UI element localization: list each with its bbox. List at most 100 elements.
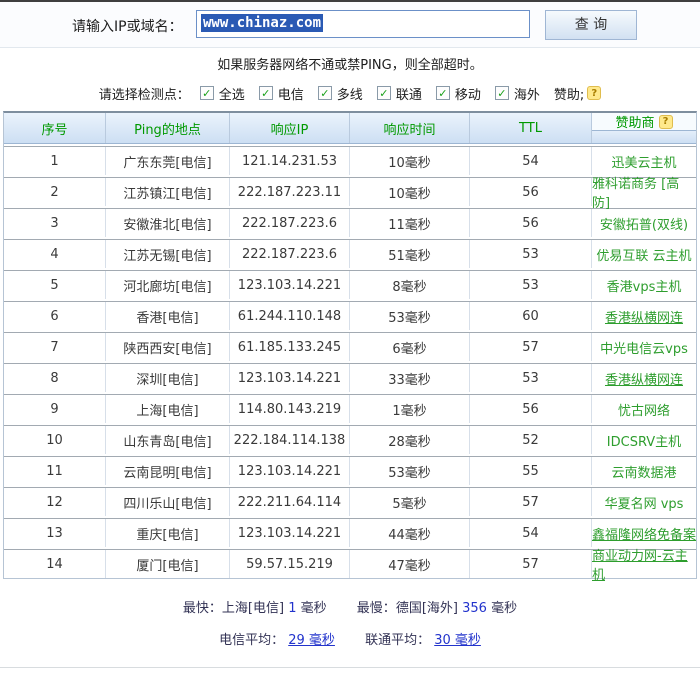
cell-index: 10 — [4, 426, 106, 454]
cell-ip: 123.103.14.221 — [230, 519, 350, 547]
search-label: 请输入IP或域名： — [72, 19, 183, 35]
checkpoint-checkbox[interactable]: ✓ 多线 — [317, 84, 363, 103]
cell-time: 10毫秒 — [350, 178, 470, 206]
sponsor-link[interactable]: 优易互联 云主机 — [596, 245, 691, 264]
table-row: 13 重庆[电信] 123.103.14.221 44毫秒 54 鑫福隆网络免备… — [4, 518, 696, 547]
unicom-avg-value[interactable]: 30 毫秒 — [434, 633, 481, 648]
table-body: 1 广东东莞[电信] 121.14.231.53 10毫秒 54 迅美云主机 2… — [4, 146, 696, 583]
checkpoint-checkbox[interactable]: ✓ 全选 — [199, 84, 245, 103]
cell-time: 8毫秒 — [350, 271, 470, 299]
cell-ip: 222.187.223.11 — [230, 178, 350, 206]
cell-index: 13 — [4, 519, 106, 547]
cell-ip: 222.187.223.6 — [230, 240, 350, 268]
filter-label: 请选择检测点： — [98, 87, 190, 103]
table-row: 10 山东青岛[电信] 222.184.114.138 28毫秒 52 IDCS… — [4, 425, 696, 454]
cell-index: 7 — [4, 333, 106, 361]
cell-ip: 61.185.133.245 — [230, 333, 350, 361]
table-row: 1 广东东莞[电信] 121.14.231.53 10毫秒 54 迅美云主机 — [4, 146, 696, 175]
table-row: 14 厦门[电信] 59.57.15.219 47毫秒 57 商业动力网-云主机 — [4, 549, 696, 583]
cell-time: 53毫秒 — [350, 457, 470, 485]
header-ip: 响应IP — [230, 113, 350, 143]
table-row: 4 江苏无锡[电信] 222.187.223.6 51毫秒 53 优易互联 云主… — [4, 239, 696, 268]
cell-ip: 222.211.64.114 — [230, 488, 350, 516]
cell-ip: 123.103.14.221 — [230, 271, 350, 299]
cell-ttl: 53 — [470, 271, 592, 299]
cell-ttl: 57 — [470, 333, 592, 361]
cell-time: 6毫秒 — [350, 333, 470, 361]
telecom-avg-value[interactable]: 29 毫秒 — [288, 633, 335, 648]
table-row: 7 陕西西安[电信] 61.185.133.245 6毫秒 57 中光电信云vp… — [4, 332, 696, 361]
checkpoint-checkbox[interactable]: ✓ 移动 — [435, 84, 481, 103]
cell-index: 2 — [4, 178, 106, 206]
table-row: 5 河北廊坊[电信] 123.103.14.221 8毫秒 53 香港vps主机 — [4, 270, 696, 299]
cell-time: 10毫秒 — [350, 147, 470, 175]
sponsor-help-icon[interactable]: ? — [658, 114, 673, 129]
table-row: 3 安徽淮北[电信] 222.187.223.6 11毫秒 56 安徽拓普(双线… — [4, 208, 696, 237]
fastest-unit: 毫秒 — [300, 601, 327, 616]
cell-ttl: 54 — [470, 147, 592, 175]
cell-location: 四川乐山[电信] — [106, 488, 230, 516]
timeout-notice: 如果服务器网络不通或禁PING，则全部超时。 — [217, 58, 483, 73]
query-button[interactable]: 查 询 — [545, 10, 637, 40]
slowest-unit: 毫秒 — [491, 601, 518, 616]
table-row: 2 江苏镇江[电信] 222.187.223.11 10毫秒 56 雅科诺商务 … — [4, 177, 696, 211]
table-header: 序号 Ping的地点 响应IP 响应时间 TTL 赞助商 ? — [4, 113, 696, 144]
checkpoint-checkbox[interactable]: ✓ 电信 — [258, 84, 304, 103]
cell-index: 5 — [4, 271, 106, 299]
sponsor-link[interactable]: 忧古网络 — [618, 400, 670, 419]
cell-index: 6 — [4, 302, 106, 330]
cell-ip: 123.103.14.221 — [230, 364, 350, 392]
sponsor-link[interactable]: 鑫福隆网络免备案 — [592, 524, 696, 543]
cell-location: 河北廊坊[电信] — [106, 271, 230, 299]
sponsor-link[interactable]: 华夏名网 vps — [605, 493, 684, 512]
sponsor-link[interactable]: 安徽拓普(双线) — [600, 214, 688, 233]
checkbox-checked-icon[interactable]: ✓ — [199, 86, 214, 100]
sponsor-link[interactable]: 迅美云主机 — [611, 152, 676, 171]
checkbox-checked-icon[interactable]: ✓ — [258, 86, 273, 100]
sponsor-link[interactable]: 云南数据港 — [611, 462, 676, 481]
cell-location: 深圳[电信] — [106, 364, 230, 392]
cell-ttl: 56 — [470, 178, 592, 206]
filter-options: ✓ 全选 ✓ 电信 ✓ 多线 ✓ 联通 ✓ 移动 ✓ 海外 — [199, 84, 554, 103]
checkbox-checked-icon[interactable]: ✓ — [435, 86, 450, 100]
cell-index: 11 — [4, 457, 106, 485]
header-sponsor-label: 赞助商 — [615, 116, 655, 131]
checkpoint-checkbox[interactable]: ✓ 联通 — [376, 84, 422, 103]
cell-location: 江苏镇江[电信] — [106, 178, 230, 206]
sponsor-link[interactable]: 香港vps主机 — [607, 276, 682, 295]
header-index: 序号 — [4, 113, 106, 143]
sponsor-link[interactable]: 中光电信云vps — [600, 338, 688, 357]
checkbox-checked-icon[interactable]: ✓ — [494, 86, 509, 100]
checkbox-label: 海外 — [513, 87, 540, 103]
filter-row: 请选择检测点： ✓ 全选 ✓ 电信 ✓ 多线 ✓ 联通 ✓ 移动 ✓ 海外 赞助… — [0, 83, 700, 103]
cell-location: 山东青岛[电信] — [106, 426, 230, 454]
checkbox-label: 移动 — [454, 87, 481, 103]
cell-ip: 114.80.143.219 — [230, 395, 350, 423]
cell-ip: 59.57.15.219 — [230, 550, 350, 578]
cell-time: 44毫秒 — [350, 519, 470, 547]
fastest-location: 上海[电信] — [221, 601, 285, 616]
sponsor-link[interactable]: 香港纵横网连 — [605, 307, 683, 326]
sponsor-link[interactable]: IDCSRV主机 — [607, 431, 681, 450]
sponsor-link[interactable]: 雅科诺商务 [高防] — [592, 173, 696, 211]
header-sponsor-substrip — [592, 131, 696, 143]
cell-ttl: 56 — [470, 395, 592, 423]
checkbox-checked-icon[interactable]: ✓ — [317, 86, 332, 100]
sponsor-link[interactable]: 香港纵横网连 — [605, 369, 683, 388]
cell-index: 1 — [4, 147, 106, 175]
cell-location: 陕西西安[电信] — [106, 333, 230, 361]
cell-time: 1毫秒 — [350, 395, 470, 423]
checkbox-checked-icon[interactable]: ✓ — [376, 86, 391, 100]
checkpoint-checkbox[interactable]: ✓ 海外 — [494, 84, 540, 103]
cell-ttl: 53 — [470, 240, 592, 268]
table-row: 9 上海[电信] 114.80.143.219 1毫秒 56 忧古网络 — [4, 394, 696, 423]
domain-input[interactable]: www.chinaz.com — [196, 10, 530, 38]
help-icon[interactable]: ? — [587, 86, 602, 100]
cell-ttl: 53 — [470, 364, 592, 392]
telecom-avg-label: 电信平均： — [219, 633, 285, 648]
cell-ttl: 52 — [470, 426, 592, 454]
ping-results-table: 序号 Ping的地点 响应IP 响应时间 TTL 赞助商 ? 1 广东东莞[电信… — [3, 111, 697, 583]
cell-time: 53毫秒 — [350, 302, 470, 330]
sponsor-link[interactable]: 商业动力网-云主机 — [592, 545, 696, 583]
table-row: 12 四川乐山[电信] 222.211.64.114 5毫秒 57 华夏名网 v… — [4, 487, 696, 516]
